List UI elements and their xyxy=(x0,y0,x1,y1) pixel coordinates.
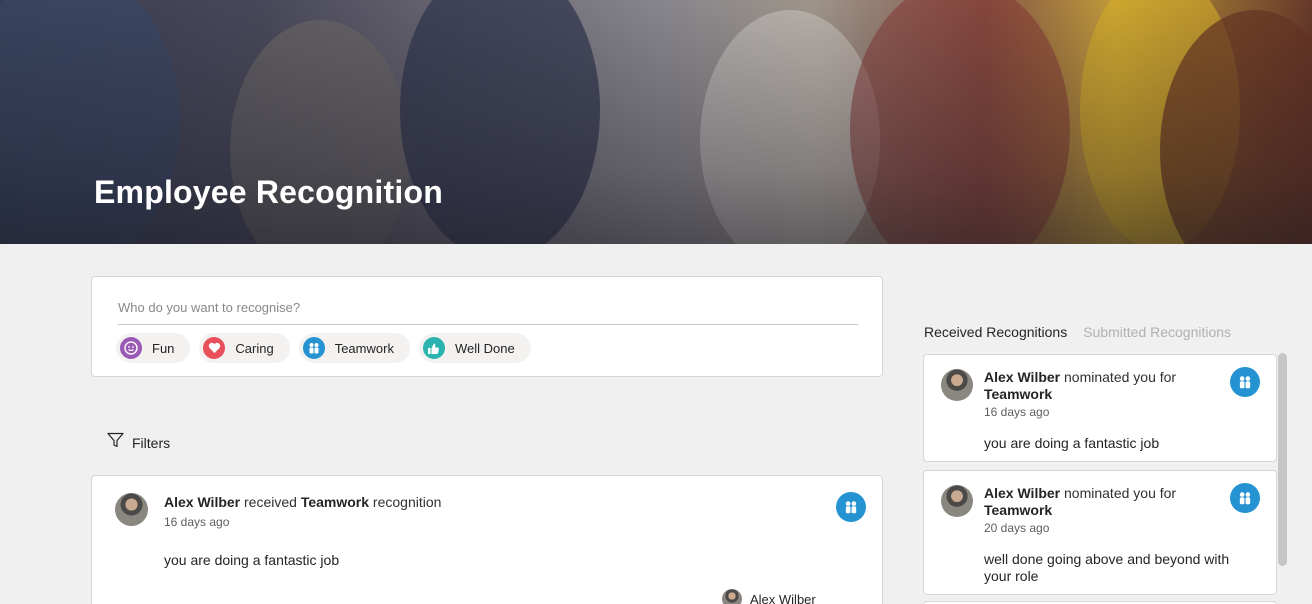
nominator[interactable]: Alex Wilber xyxy=(722,589,816,604)
avatar xyxy=(722,589,742,604)
timestamp: 16 days ago xyxy=(984,405,1050,419)
chip-label: Fun xyxy=(152,340,175,356)
filters-label: Filters xyxy=(132,434,171,451)
thumbs-up-icon xyxy=(422,337,445,359)
chip-well-done[interactable]: Well Done xyxy=(418,333,531,363)
nominator-name: Alex Wilber xyxy=(750,591,816,604)
card-headline: Alex Wilber nominated you for Teamwork xyxy=(984,369,1204,403)
chip-label: Well Done xyxy=(454,340,515,356)
page-title: Employee Recognition xyxy=(94,174,443,210)
category-name: Teamwork xyxy=(300,494,370,510)
headline-suffix: recognition xyxy=(369,494,442,510)
person-name[interactable]: Alex Wilber xyxy=(164,494,240,510)
headline-verb: nominated you for xyxy=(1060,369,1177,385)
panel-scrollbar[interactable] xyxy=(1278,353,1287,566)
received-card: Alex Wilber nominated you for Teamwork 2… xyxy=(923,470,1277,595)
category-name: Teamwork xyxy=(984,502,1053,518)
recognition-message: you are doing a fantastic job xyxy=(164,552,340,568)
team-icon xyxy=(836,492,866,522)
team-icon xyxy=(302,337,325,359)
chip-label: Teamwork xyxy=(334,340,394,356)
category-name: Teamwork xyxy=(984,386,1053,402)
heart-icon xyxy=(203,337,226,359)
team-icon xyxy=(1230,483,1260,513)
avatar[interactable] xyxy=(941,369,973,401)
person-name[interactable]: Alex Wilber xyxy=(984,369,1060,385)
headline-verb: received xyxy=(240,494,301,510)
recognition-compose-card: Fun Caring Teamwork Well Done xyxy=(91,276,883,377)
recognition-tabs: Received Recognitions Submitted Recognit… xyxy=(924,324,1231,340)
team-icon xyxy=(1230,367,1260,397)
card-headline: Alex Wilber nominated you for Teamwork xyxy=(984,485,1204,519)
feed-card: Alex Wilber received Teamwork recognitio… xyxy=(91,475,883,604)
filters-button[interactable]: Filters xyxy=(107,432,170,453)
smiley-icon xyxy=(120,337,142,359)
chip-caring[interactable]: Caring xyxy=(199,333,290,363)
chip-label: Caring xyxy=(235,340,274,356)
recognition-message: well done going above and beyond with yo… xyxy=(984,551,1230,584)
chip-fun[interactable]: Fun xyxy=(116,333,191,363)
filter-icon xyxy=(107,432,124,453)
person-name[interactable]: Alex Wilber xyxy=(984,485,1060,501)
avatar[interactable] xyxy=(115,493,148,526)
tab-received-recognitions[interactable]: Received Recognitions xyxy=(924,324,1067,340)
tab-submitted-recognitions[interactable]: Submitted Recognitions xyxy=(1083,324,1231,340)
hero-banner: Employee Recognition xyxy=(0,0,1312,244)
timestamp: 20 days ago xyxy=(984,521,1050,535)
received-card: Alex Wilber nominated you for Teamwork 1… xyxy=(923,354,1277,462)
avatar[interactable] xyxy=(941,485,973,517)
recognition-message: you are doing a fantastic job xyxy=(984,435,1160,451)
headline-verb: nominated you for xyxy=(1060,485,1177,501)
feed-headline: Alex Wilber received Teamwork recognitio… xyxy=(164,494,441,510)
chip-teamwork[interactable]: Teamwork xyxy=(298,333,410,363)
recognise-search-input[interactable] xyxy=(118,291,858,325)
category-chips: Fun Caring Teamwork Well Done xyxy=(116,333,531,363)
timestamp: 16 days ago xyxy=(164,515,230,529)
